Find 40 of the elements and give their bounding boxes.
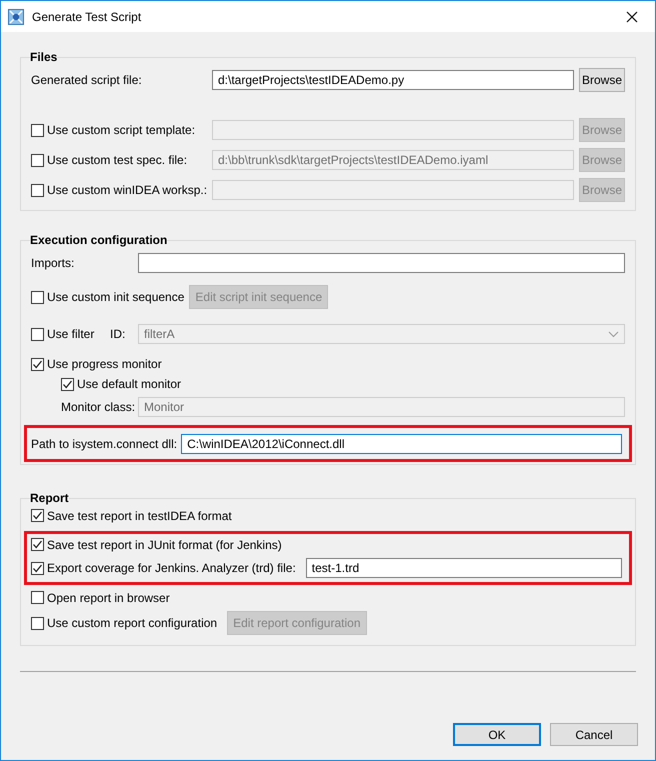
button[interactable]: OK <box>453 723 541 746</box>
checkbox[interactable] <box>31 358 44 370</box>
text-field[interactable]: C:\winIDEA\2012\iConnect.dll <box>181 434 622 454</box>
checkbox-label: Use custom winIDEA worksp.: <box>47 183 208 197</box>
checkbox[interactable] <box>61 378 74 390</box>
close-icon[interactable] <box>626 10 638 22</box>
checkbox[interactable] <box>31 562 44 574</box>
checkbox-label: Save test report in testIDEA format <box>47 508 232 522</box>
checkbox[interactable] <box>31 290 44 304</box>
checkbox[interactable] <box>31 591 44 604</box>
checkbox-label: Use default monitor <box>77 377 182 391</box>
checkbox[interactable] <box>31 509 44 522</box>
checkbox-label: Use filter <box>47 327 94 341</box>
group-title: Report <box>30 491 69 505</box>
checkbox-label: Use custom test spec. file: <box>47 153 188 167</box>
chevron-down-icon <box>608 330 619 338</box>
button[interactable]: Browse <box>579 68 625 92</box>
input-field[interactable] <box>138 253 625 273</box>
field-label: Generated script file: <box>31 73 142 87</box>
group-title: Files <box>30 50 58 64</box>
checkbox-label: Use custom script template: <box>47 123 196 137</box>
group-title: Execution configuration <box>30 233 168 247</box>
checkbox-label: Export coverage for Jenkins. Analyzer (trd) file: <box>47 561 296 575</box>
button[interactable]: Cancel <box>550 723 638 746</box>
checkbox-label: Use custom report configuration <box>47 616 218 630</box>
checkbox-label: Save test report in JUnit format (for Jenkins) <box>47 538 282 552</box>
text-field[interactable]: d:\targetProjects\testIDEADemo.py <box>212 70 574 90</box>
checkbox-label: Open report in browser <box>47 590 170 604</box>
checkbox-label: Use progress monitor <box>47 357 162 371</box>
app-icon <box>8 8 24 24</box>
dropdown-value: filterA <box>144 327 175 341</box>
text-field[interactable]: test-1.trd <box>306 558 622 578</box>
checkbox[interactable] <box>31 538 44 551</box>
field-label: Imports: <box>31 256 74 270</box>
checkbox-label: Use custom init sequence <box>47 290 184 304</box>
window-title: Generate Test Script <box>32 10 142 24</box>
field-label: Path to isystem.connect dll: <box>31 437 178 451</box>
checkbox[interactable] <box>31 616 44 630</box>
field-label: ID: <box>110 327 126 341</box>
field-label: Monitor class: <box>61 400 136 414</box>
